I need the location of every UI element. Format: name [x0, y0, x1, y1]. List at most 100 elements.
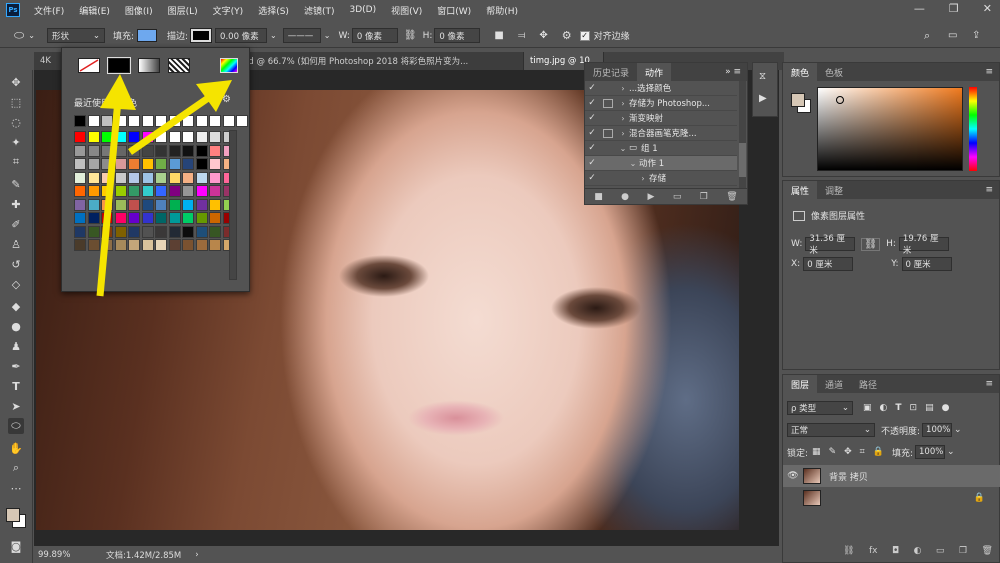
stroke-width-input[interactable]: 0.00 像素 [215, 28, 268, 43]
color-swatch[interactable] [128, 185, 140, 197]
color-swatch[interactable] [209, 225, 221, 238]
blur-tool-icon[interactable]: ● [8, 318, 24, 334]
opacity-input[interactable]: 100% [922, 423, 953, 437]
recent-color-swatch[interactable] [155, 115, 167, 127]
tab-actions[interactable]: 动作 [637, 63, 672, 81]
swatch-scrollbar[interactable] [229, 130, 237, 280]
filter-smart-icon[interactable]: ▤ [925, 403, 934, 413]
color-swatch[interactable] [168, 225, 181, 238]
color-swatch[interactable] [209, 239, 221, 251]
color-swatch[interactable] [141, 225, 154, 238]
color-swatch[interactable] [114, 158, 127, 170]
layer-row-background[interactable]: 🔒 [783, 487, 1000, 509]
healing-brush-icon[interactable]: ✚ [8, 196, 24, 212]
tab-swatches[interactable]: 色板 [817, 63, 851, 81]
color-swatch[interactable] [101, 225, 113, 238]
search-icon[interactable]: ⌕ [924, 29, 930, 43]
color-swatch[interactable] [209, 212, 221, 224]
color-swatch[interactable] [182, 225, 194, 238]
no-color-button[interactable] [78, 58, 100, 73]
color-swatch[interactable] [195, 171, 208, 184]
recent-color-swatch[interactable] [101, 115, 113, 127]
chevron-down-icon[interactable]: ⌄ [954, 425, 962, 435]
share-icon[interactable]: ⇪ [972, 30, 980, 41]
chevron-down-icon[interactable]: ⌄ [324, 31, 331, 40]
tab-adjustments[interactable]: 调整 [817, 181, 851, 199]
color-swatch[interactable] [74, 198, 86, 211]
ellipse-tool-icon[interactable]: ⬭ [8, 418, 24, 434]
path-operations-icon[interactable]: ■ [494, 30, 503, 41]
color-swatch[interactable] [114, 225, 127, 238]
menu-select[interactable]: 选择(S) [258, 4, 289, 17]
color-swatch[interactable] [128, 225, 140, 238]
new-layer-icon[interactable]: ❐ [959, 546, 967, 560]
color-swatch[interactable] [87, 144, 100, 157]
list-item[interactable]: ✓ ⌄ ▭ 组 1 [585, 141, 737, 156]
history-panel-icon[interactable]: ⧖ [759, 71, 766, 82]
filter-adjust-icon[interactable]: ◐ [880, 403, 888, 413]
color-swatch[interactable] [209, 185, 221, 197]
color-swatch[interactable] [74, 239, 86, 251]
color-swatch[interactable] [155, 198, 167, 211]
panel-menu-icon[interactable]: ≡ [985, 375, 999, 393]
panel-menu-icon[interactable]: ≡ [985, 63, 999, 81]
lock-move-icon[interactable]: ✥ [844, 447, 852, 457]
recent-color-swatch[interactable] [128, 115, 140, 127]
stop-icon[interactable]: ■ [594, 192, 603, 202]
recent-color-swatch[interactable] [87, 115, 100, 127]
lock-brush-icon[interactable]: ✎ [829, 447, 837, 457]
color-swatch[interactable] [74, 212, 86, 224]
fill-color-swatch[interactable] [137, 29, 157, 42]
height-input[interactable]: 0 像素 [434, 28, 481, 43]
gear-icon[interactable]: ⚙ [222, 94, 231, 105]
recent-color-swatch[interactable] [195, 115, 208, 127]
link-icon[interactable]: ⛓ [861, 237, 881, 251]
panel-menu-icon[interactable]: ≡ [985, 181, 999, 199]
lock-all-icon[interactable]: 🔒 [873, 447, 884, 457]
menu-layer[interactable]: 图层(L) [168, 4, 198, 17]
foreground-color-swatch[interactable] [6, 508, 20, 522]
align-edges-checkbox[interactable]: ✓ [579, 30, 590, 41]
color-swatch[interactable] [155, 185, 167, 197]
list-item[interactable]: ✓ › 存储 [585, 171, 737, 186]
menu-view[interactable]: 视图(V) [391, 4, 422, 17]
layer-filter-select[interactable]: ρ 类型 ⌄ [787, 401, 853, 415]
color-swatch[interactable] [128, 212, 140, 224]
list-item[interactable]: ✓ › 混合器画笔克隆... [585, 126, 737, 141]
color-swatch[interactable] [101, 158, 113, 170]
layer-x-input[interactable]: 0 厘米 [803, 257, 854, 271]
width-input[interactable]: 0 像素 [351, 28, 398, 43]
color-field[interactable] [817, 87, 963, 171]
layer-name[interactable]: 背景 拷贝 [829, 470, 868, 483]
color-swatch[interactable] [141, 158, 154, 170]
clone-stamp-icon[interactable]: ♙ [8, 236, 24, 252]
adjustment-layer-icon[interactable]: ◐ [914, 546, 922, 560]
menu-window[interactable]: 窗口(W) [437, 4, 471, 17]
color-swatch[interactable] [182, 185, 194, 197]
color-swatch[interactable] [141, 171, 154, 184]
magic-wand-icon[interactable]: ✦ [8, 134, 24, 150]
close-button[interactable]: ✕ [983, 2, 992, 15]
color-swatch[interactable] [114, 144, 127, 157]
color-swatch[interactable] [195, 225, 208, 238]
tab-layers[interactable]: 图层 [783, 375, 818, 393]
color-swatch[interactable] [168, 171, 181, 184]
color-swatch[interactable] [195, 158, 208, 170]
color-swatch[interactable] [101, 198, 113, 211]
color-swatch[interactable] [195, 198, 208, 211]
brush-tool-icon[interactable]: ✐ [8, 216, 24, 232]
paint-bucket-icon[interactable]: ◆ [8, 298, 24, 314]
recent-color-swatch[interactable] [74, 115, 86, 127]
color-swatch[interactable] [101, 144, 113, 157]
color-swatch[interactable] [168, 158, 181, 170]
crop-tool-icon[interactable]: ⌗ [8, 154, 24, 170]
new-set-icon[interactable]: ▭ [673, 192, 682, 202]
filter-toggle-icon[interactable]: ● [942, 403, 950, 413]
quick-mask-icon[interactable]: ◙ [8, 538, 24, 554]
color-swatch[interactable] [209, 198, 221, 211]
list-item[interactable]: ✓ › 存储为 Photoshop... [585, 96, 737, 111]
color-swatch[interactable] [87, 198, 100, 211]
color-swatch[interactable] [87, 212, 100, 224]
gear-icon[interactable]: ⚙ [562, 29, 572, 42]
color-swatch[interactable] [182, 239, 194, 251]
